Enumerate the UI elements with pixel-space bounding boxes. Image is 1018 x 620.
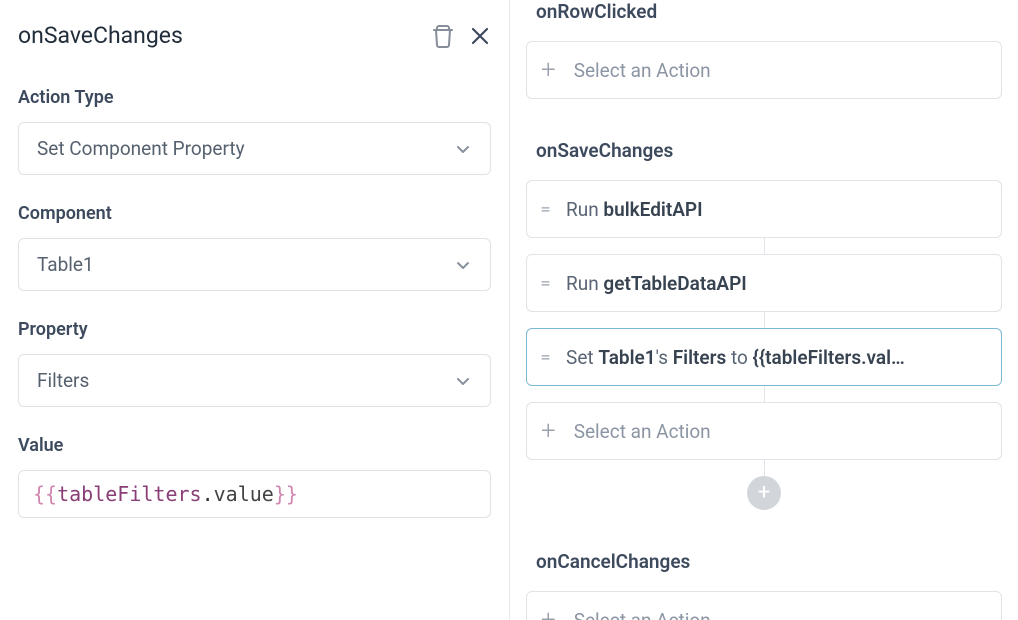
event-title: onCancelChanges	[536, 550, 1002, 573]
field-property: Property Filters	[18, 319, 491, 407]
value-input[interactable]: {{tableFilters.value}}	[18, 470, 491, 518]
drag-handle-icon: =	[541, 276, 548, 291]
left-panel: onSaveChanges Action Type Set Component …	[0, 0, 510, 620]
event-block-onCancelChanges: onCancelChanges + Select an Action	[526, 550, 1002, 620]
chevron-down-icon	[454, 140, 472, 158]
connector	[764, 460, 765, 476]
select-component[interactable]: Table1	[18, 238, 491, 291]
event-block-onSaveChanges: onSaveChanges = Run bulkEditAPI = Run getTab…	[526, 139, 1002, 510]
expr-ident: tableFilters	[57, 482, 202, 506]
expr-open: {{	[33, 482, 57, 506]
field-action-type: Action Type Set Component Property	[18, 87, 491, 175]
action-card[interactable]: = Run bulkEditAPI	[526, 180, 1002, 238]
plus-icon: +	[541, 418, 556, 444]
expr-prop: value	[214, 482, 274, 506]
action-card-text: Run getTableDataAPI	[566, 272, 987, 295]
label-value: Value	[18, 435, 491, 456]
select-action-type[interactable]: Set Component Property	[18, 122, 491, 175]
action-card-text: Select an Action	[574, 420, 987, 443]
chevron-down-icon	[454, 372, 472, 390]
drag-handle-icon: =	[541, 202, 548, 217]
label-action-type: Action Type	[18, 87, 491, 108]
right-panel: onRowClicked + Select an Action onSaveChang…	[510, 0, 1018, 620]
close-icon[interactable]	[469, 25, 491, 47]
select-property[interactable]: Filters	[18, 354, 491, 407]
event-title: onSaveChanges	[536, 139, 1002, 162]
plus-icon: +	[541, 57, 556, 83]
connector	[764, 312, 765, 328]
drag-handle-icon: =	[541, 350, 548, 365]
action-list: + Select an Action	[526, 41, 1002, 99]
action-card-text: Select an Action	[574, 59, 987, 82]
action-placeholder[interactable]: + Select an Action	[526, 402, 1002, 460]
action-card-text: Set Table1's Filters to {{tableFilters.v…	[566, 346, 987, 369]
label-property: Property	[18, 319, 491, 340]
left-header-actions	[431, 23, 491, 49]
trash-icon[interactable]	[431, 23, 455, 49]
field-component: Component Table1	[18, 203, 491, 291]
connector	[764, 238, 765, 254]
event-title: onRowClicked	[536, 0, 1002, 23]
select-component-value: Table1	[37, 253, 94, 276]
action-card-text: Select an Action	[574, 609, 987, 620]
left-panel-header: onSaveChanges	[18, 22, 491, 49]
label-component: Component	[18, 203, 491, 224]
plus-icon: +	[541, 607, 556, 620]
field-value: Value {{tableFilters.value}}	[18, 435, 491, 518]
add-action-button[interactable]: +	[747, 476, 781, 510]
select-action-type-value: Set Component Property	[37, 137, 245, 160]
expr-close: }}	[274, 482, 298, 506]
left-panel-title: onSaveChanges	[18, 22, 183, 49]
action-card-text: Run bulkEditAPI	[566, 198, 987, 221]
action-placeholder[interactable]: + Select an Action	[526, 591, 1002, 620]
action-list: = Run bulkEditAPI = Run getTableDataAPI = Set…	[526, 180, 1002, 510]
select-property-value: Filters	[37, 369, 89, 392]
action-card[interactable]: = Run getTableDataAPI	[526, 254, 1002, 312]
event-block-onRowClicked: onRowClicked + Select an Action	[526, 0, 1002, 99]
expr-dot: .	[202, 482, 214, 506]
action-list: + Select an Action	[526, 591, 1002, 620]
action-placeholder[interactable]: + Select an Action	[526, 41, 1002, 99]
action-card[interactable]: = Set Table1's Filters to {{tableFilters.…	[526, 328, 1002, 386]
connector	[764, 386, 765, 402]
chevron-down-icon	[454, 256, 472, 274]
